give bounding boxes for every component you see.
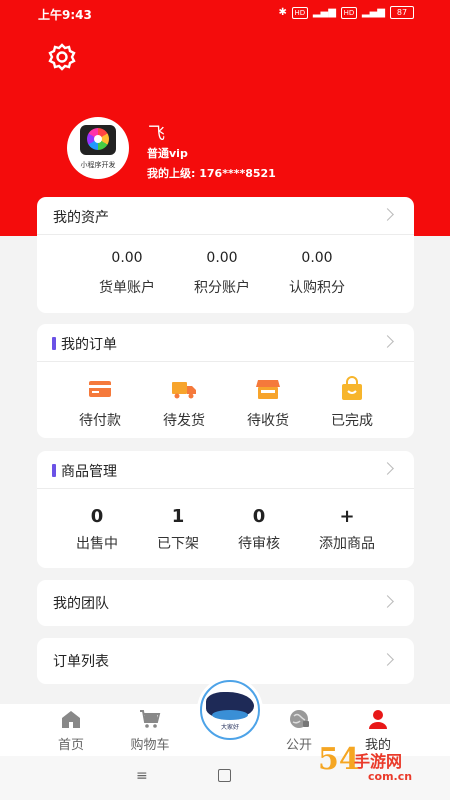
my-team-row[interactable]: 我的团队 — [37, 580, 414, 626]
chevron-right-icon — [381, 335, 394, 348]
center-logo-text: 大家好 — [220, 724, 239, 731]
goods-pending-review[interactable]: 0 待审核 — [209, 506, 309, 553]
goods-title: 商品管理 — [61, 464, 117, 480]
assets-card: 我的资产 0.00 货单账户 0.00 积分账户 0.00 认购积分 — [37, 197, 414, 313]
orders-card: 我的订单 待付款 待发货 待收货 已完成 — [37, 324, 414, 438]
cart-icon — [139, 708, 161, 730]
ink-wave-icon — [212, 710, 248, 720]
wifi-icon: ▂▄▆ — [312, 7, 336, 18]
goods-card: 商品管理 0 出售中 1 已下架 0 待审核 + 添加商品 — [37, 451, 414, 568]
home-square-icon[interactable] — [218, 769, 231, 782]
orders-title: 我的订单 — [61, 337, 117, 353]
card-icon — [87, 376, 113, 402]
cell-signal-icon: ▂▄▆ — [361, 7, 385, 18]
avatar-caption: 小程序开发 — [80, 161, 116, 169]
asset-value: 0.00 — [301, 250, 333, 266]
asset-item-goods[interactable]: 0.00 货单账户 — [77, 250, 177, 297]
avatar[interactable]: 小程序开发 — [67, 117, 129, 179]
asset-value: 0.00 — [206, 250, 238, 266]
user-superior: 我的上级: 176****8521 — [147, 167, 276, 180]
tab-cart[interactable]: 购物车 — [110, 708, 190, 753]
tab-label: 首页 — [57, 738, 84, 753]
asset-label: 认购积分 — [289, 280, 345, 296]
asset-label: 积分账户 — [194, 280, 250, 296]
status-time: 上午9:43 — [38, 8, 92, 22]
tab-label: 购物车 — [130, 738, 170, 753]
menu-icon[interactable]: ≡ — [136, 768, 148, 784]
tab-home[interactable]: 首页 — [31, 708, 111, 753]
chevron-right-icon — [381, 595, 394, 608]
color-wheel-icon — [87, 128, 109, 150]
chevron-right-icon — [381, 208, 394, 221]
asset-label: 货单账户 — [99, 280, 155, 296]
assets-header[interactable]: 我的资产 — [37, 197, 414, 235]
signal-hd-icon-2: HD — [340, 6, 357, 19]
home-icon — [60, 708, 82, 730]
status-icons: ✱ HD ▂▄▆ HD ▂▄▆ 87 — [278, 6, 414, 19]
chevron-right-icon — [381, 462, 394, 475]
chevron-right-icon — [381, 653, 394, 666]
section-accent-bar — [52, 337, 56, 350]
goods-header[interactable]: 商品管理 — [37, 451, 414, 489]
watermark-domain: com.cn — [368, 770, 413, 783]
order-status-label: 已完成 — [331, 413, 373, 429]
user-level: 普通vip — [147, 147, 188, 160]
add-icon: + — [339, 506, 355, 527]
globe-icon — [288, 708, 310, 730]
add-goods-button[interactable]: + 添加商品 — [297, 506, 397, 553]
tab-label: 公开 — [285, 738, 312, 753]
bluetooth-icon: ✱ — [278, 7, 287, 18]
my-team-label: 我的团队 — [53, 596, 109, 612]
settings-gear-icon[interactable] — [47, 42, 77, 72]
signal-hd-icon: HD — [291, 6, 308, 19]
truck-icon — [171, 376, 197, 402]
section-accent-bar — [52, 464, 56, 477]
goods-label: 添加商品 — [319, 536, 375, 552]
goods-label: 待审核 — [238, 536, 280, 552]
status-bar: 上午9:43 ✱ HD ▂▄▆ HD ▂▄▆ 87 — [0, 0, 450, 26]
goods-count: 0 — [252, 506, 266, 527]
orders-header[interactable]: 我的订单 — [37, 324, 414, 362]
center-logo-button[interactable]: 大家好 — [200, 680, 260, 740]
asset-value: 0.00 — [111, 250, 143, 266]
order-list-row[interactable]: 订单列表 — [37, 638, 414, 684]
watermark-brand: 手游网 — [354, 752, 403, 771]
user-name: 飞 — [148, 124, 165, 144]
battery-icon: 87 — [390, 6, 414, 19]
asset-item-subscription[interactable]: 0.00 认购积分 — [267, 250, 367, 297]
assets-title: 我的资产 — [53, 210, 109, 226]
bag-icon — [339, 376, 365, 402]
order-status-completed[interactable]: 已完成 — [302, 376, 402, 430]
asset-item-points[interactable]: 0.00 积分账户 — [172, 250, 272, 297]
user-icon — [367, 708, 389, 730]
store-icon — [255, 376, 281, 402]
order-list-label: 订单列表 — [53, 654, 109, 670]
